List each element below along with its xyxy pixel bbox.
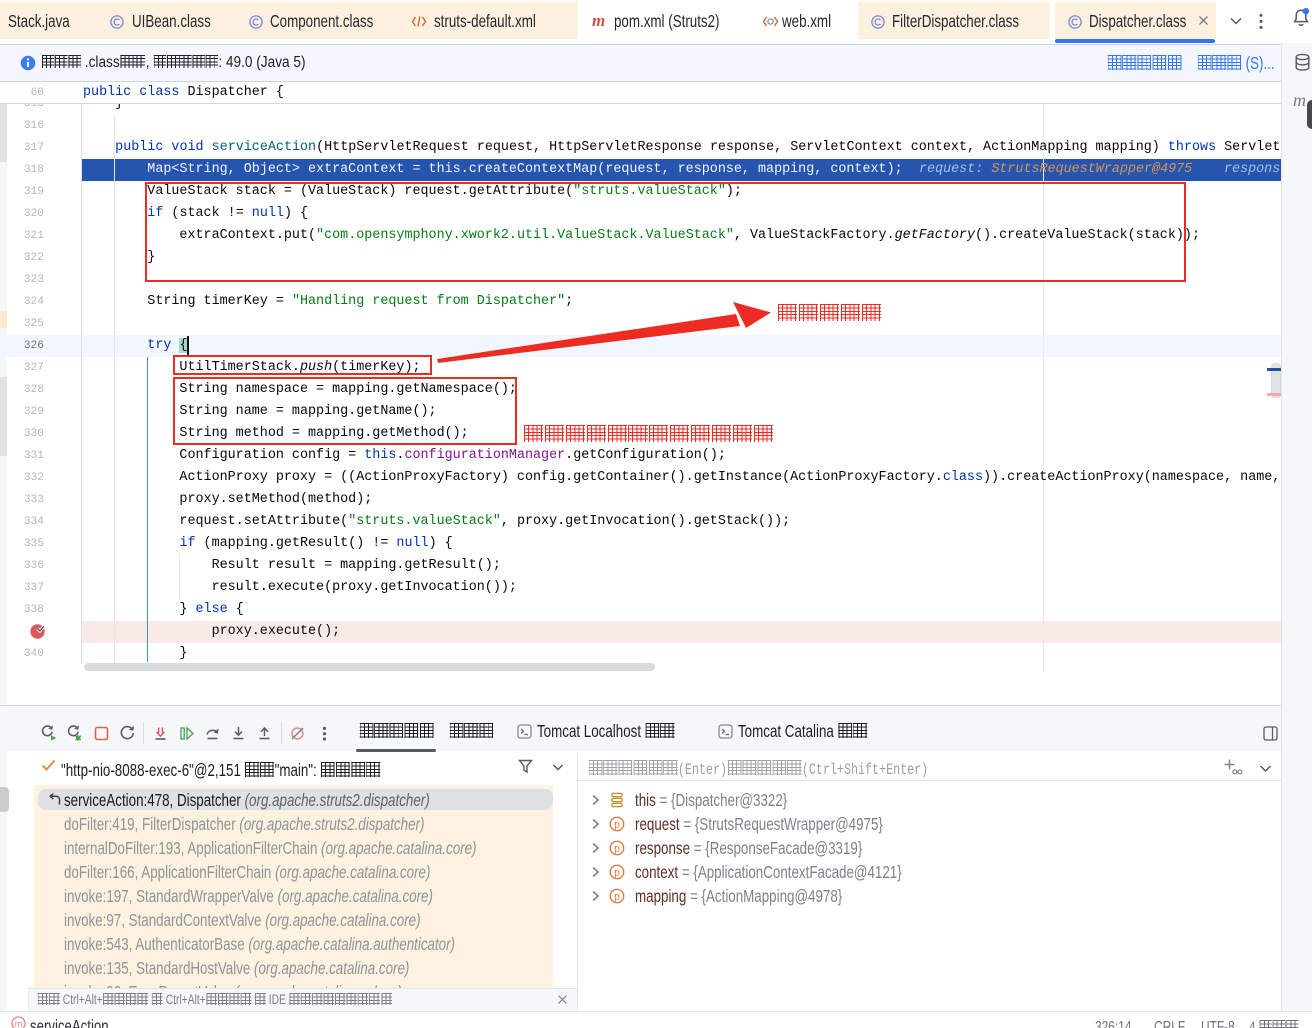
svg-text:p: p bbox=[614, 819, 620, 830]
svg-text:p: p bbox=[614, 891, 620, 902]
svg-text:p: p bbox=[614, 867, 620, 878]
svg-text:m: m bbox=[15, 1019, 23, 1028]
svg-text:p: p bbox=[614, 843, 620, 854]
